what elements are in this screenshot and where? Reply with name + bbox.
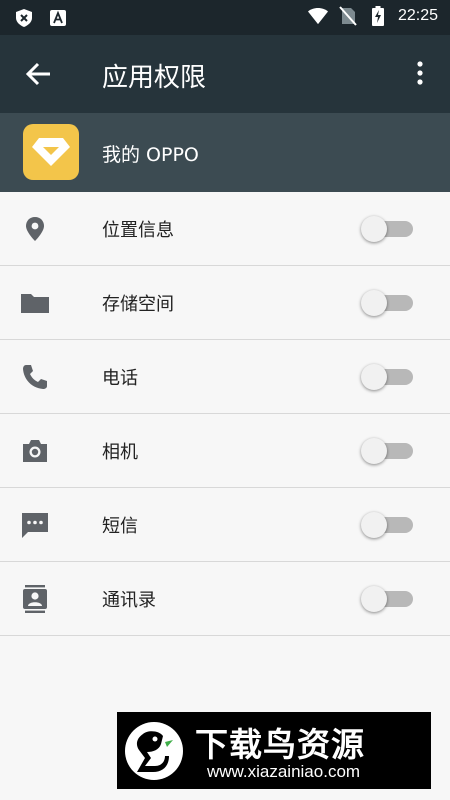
permission-row-location[interactable]: 位置信息 [0, 192, 450, 266]
oppo-diamond-icon [32, 138, 70, 166]
permission-label: 位置信息 [102, 220, 174, 241]
status-right-icons: 22:25 [307, 6, 438, 26]
permission-row-phone[interactable]: 电话 [0, 340, 450, 414]
status-time: 22:25 [397, 7, 438, 24]
watermark-banner: 下载鸟资源 www.xiazainiao.com [117, 712, 431, 789]
back-button[interactable] [24, 59, 54, 89]
permission-row-contacts[interactable]: 通讯录 [0, 562, 450, 636]
permission-toggle-phone[interactable] [361, 362, 415, 392]
more-vert-icon [417, 61, 423, 85]
folder-icon [20, 288, 50, 318]
a-box-icon [48, 8, 68, 28]
permission-label: 通讯录 [102, 590, 156, 611]
status-bar: 22:25 [0, 0, 450, 35]
permission-label: 存储空间 [102, 294, 174, 315]
more-options-button[interactable] [410, 59, 430, 89]
permission-row-camera[interactable]: 相机 [0, 414, 450, 488]
battery-charging-icon [368, 6, 388, 26]
watermark-title: 下载鸟资源 [195, 725, 365, 764]
app-bar: 应用权限 [0, 35, 450, 113]
contacts-icon [20, 584, 50, 614]
app-header: 我的 OPPO [0, 113, 450, 192]
location-pin-icon [20, 214, 50, 244]
app-icon [23, 124, 79, 180]
wifi-icon [307, 6, 328, 26]
phone-icon [20, 362, 50, 392]
sms-icon [20, 510, 50, 540]
permission-toggle-contacts[interactable] [361, 584, 415, 614]
camera-icon [20, 436, 50, 466]
watermark-logo [125, 722, 183, 780]
permission-row-sms[interactable]: 短信 [0, 488, 450, 562]
permission-toggle-location[interactable] [361, 214, 415, 244]
page-title: 应用权限 [102, 63, 207, 93]
permission-label: 短信 [102, 516, 138, 537]
permission-toggle-camera[interactable] [361, 436, 415, 466]
status-left-icons [14, 8, 68, 28]
permission-label: 相机 [102, 442, 138, 463]
shield-x-icon [14, 8, 34, 28]
app-name: 我的 OPPO [102, 144, 199, 166]
permission-toggle-sms[interactable] [361, 510, 415, 540]
permission-label: 电话 [102, 368, 138, 389]
arrow-left-icon [25, 62, 50, 86]
no-sim-icon [338, 6, 358, 26]
permission-list: 位置信息 存储空间 电话 相机 短信 通讯录 [0, 192, 450, 636]
permission-toggle-storage[interactable] [361, 288, 415, 318]
permission-row-storage[interactable]: 存储空间 [0, 266, 450, 340]
watermark-url: www.xiazainiao.com [207, 762, 361, 781]
